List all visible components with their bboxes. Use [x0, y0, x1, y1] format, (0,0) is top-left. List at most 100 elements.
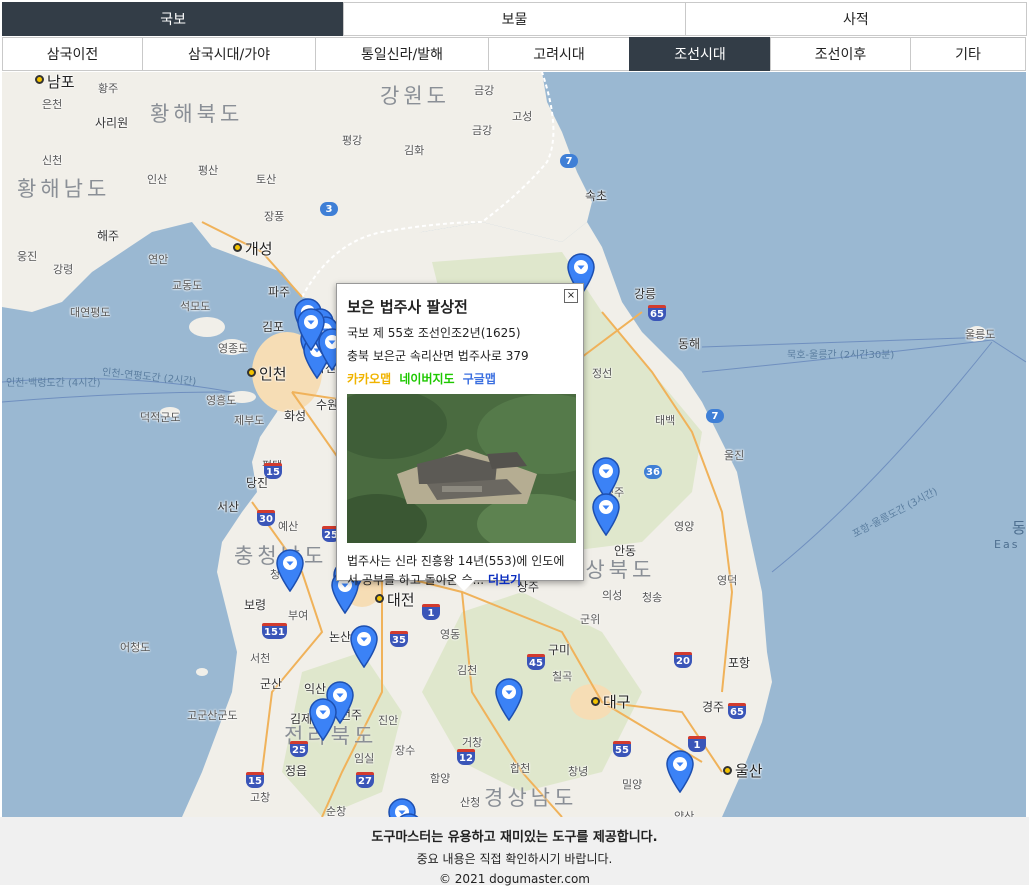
label-andong: 안동: [614, 544, 637, 558]
place-label: 금강: [472, 124, 493, 137]
place-label: 밀양: [622, 778, 643, 791]
naver-map-link[interactable]: 네이버지도: [399, 372, 454, 386]
tab-treasure[interactable]: 보물: [343, 2, 686, 36]
place-label: 수원: [316, 398, 339, 412]
tab-unified-silla[interactable]: 통일신라/발해: [315, 37, 489, 71]
tab-pre-three-kingdoms[interactable]: 삼국이전: [2, 37, 143, 71]
place-label: 해주: [97, 229, 120, 243]
place-label: 석모도: [180, 300, 211, 313]
place-label: 서천: [250, 652, 271, 665]
place-label: 거창: [462, 736, 483, 749]
heritage-marker[interactable]: [665, 749, 695, 793]
heritage-marker[interactable]: [275, 548, 305, 592]
route-shield: 151: [262, 623, 287, 639]
route-shield: 35: [390, 631, 408, 647]
label-jeongeup: 정읍: [285, 764, 308, 778]
footer-copyright: © 2021 dogumaster.com: [438, 872, 590, 886]
place-label: 영양: [674, 520, 695, 533]
route-shield: 65: [648, 305, 666, 321]
place-label: 사리원: [95, 116, 129, 130]
heritage-marker[interactable]: [308, 697, 338, 741]
label-hwanghae-south: 황해남도: [17, 177, 111, 201]
label-boryeong: 보령: [244, 598, 267, 612]
place-label: 군위: [580, 613, 601, 626]
heritage-marker[interactable]: [591, 492, 621, 536]
close-icon[interactable]: ×: [564, 289, 578, 303]
route-shield: 36: [644, 465, 662, 479]
label-incheon: 인천: [259, 365, 287, 383]
label-sokcho: 속초: [585, 189, 608, 203]
place-label: 장풍: [264, 210, 285, 223]
label-hwanghae-north: 황해북도: [150, 102, 244, 126]
place-label: 은천: [42, 98, 63, 111]
label-donghae: 동해: [678, 337, 701, 351]
popup-map-links: 카카오맵 네이버지도 구글맵: [347, 370, 573, 387]
heritage-marker[interactable]: [494, 677, 524, 721]
tab-national-treasure[interactable]: 국보: [2, 2, 345, 36]
label-gimcheon: 김천: [457, 664, 478, 677]
place-label: 임실: [354, 752, 375, 765]
popup-designation: 국보 제 55호 조선인조2년(1625): [347, 326, 521, 340]
label-taebaek: 태백: [655, 414, 676, 427]
place-label: 금강: [474, 84, 495, 97]
place-label: 순창: [326, 805, 347, 817]
label-seosan: 서산: [217, 500, 240, 514]
description-text: 법주사는 신라 진흥왕 14년(553)에 인도에서 공부를 하고 돌아온 승.…: [347, 554, 565, 587]
place-label: 함양: [430, 772, 451, 785]
place-label: 김화: [404, 144, 425, 157]
label-daejeon: 대전: [387, 591, 415, 609]
place-label: 제부도: [234, 414, 265, 427]
label-iksan: 익산: [304, 682, 327, 696]
place-label: 의성: [602, 589, 623, 602]
kakao-map-link[interactable]: 카카오맵: [347, 372, 391, 386]
route-shield: 15: [246, 772, 264, 788]
place-label: 청송: [642, 591, 663, 604]
place-label: 신천: [42, 154, 63, 167]
route-shield: 45: [527, 654, 545, 670]
place-label: 고군산군도: [187, 709, 238, 722]
tab-three-kingdoms[interactable]: 삼국시대/가야: [142, 37, 316, 71]
tab-post-joseon[interactable]: 조선이후: [770, 37, 911, 71]
city-dot: [233, 243, 242, 252]
route-shield: 12: [457, 749, 475, 765]
city-dot: [247, 368, 256, 377]
place-label: 화성: [284, 409, 307, 423]
footer-tagline: 도구마스터는 유용하고 재미있는 도구를 제공합니다.: [371, 830, 658, 845]
place-label: 영흥도: [206, 394, 237, 407]
label-uljin: 울진: [724, 449, 745, 462]
more-link[interactable]: 더보기: [488, 573, 521, 587]
place-label: 영동: [440, 628, 461, 641]
route-shield: 25: [290, 741, 308, 757]
tab-joseon[interactable]: 조선시대: [629, 37, 771, 71]
heritage-marker[interactable]: [349, 624, 379, 668]
place-label: 예산: [278, 520, 299, 533]
map-view[interactable]: 강원도 황해북도 황해남도 충청남도 경상북도 전라북도 경상남도 남포 개성 …: [2, 72, 1026, 817]
label-nampo: 남포: [47, 73, 75, 91]
tab-other[interactable]: 기타: [910, 37, 1026, 71]
popup-description: 법주사는 신라 진흥왕 14년(553)에 인도에서 공부를 하고 돌아온 승.…: [347, 552, 573, 590]
place-label: 평강: [342, 134, 363, 147]
footer: 도구마스터는 유용하고 재미있는 도구를 제공합니다. 중요 내용은 직접 확인…: [0, 817, 1029, 886]
place-label: 파주: [268, 285, 291, 299]
place-label: 정선: [592, 367, 613, 380]
place-label: 부여: [288, 609, 309, 622]
place-label: 고창: [250, 791, 271, 804]
tab-historic-site[interactable]: 사적: [684, 2, 1027, 36]
google-map-link[interactable]: 구글맵: [463, 372, 496, 386]
tab-goryeo[interactable]: 고려시대: [488, 37, 630, 71]
route-shield: 15: [264, 463, 282, 479]
temple-photo: [347, 394, 576, 543]
label-ulsan: 울산: [735, 762, 763, 780]
footer-notice: 중요 내용은 직접 확인하시기 바랍니다.: [416, 852, 613, 866]
route-shield: 20: [674, 652, 692, 668]
place-label: 토산: [256, 173, 277, 186]
place-label: 칠곡: [552, 670, 573, 683]
place-label: 강령: [53, 263, 74, 276]
label-gumi: 구미: [548, 643, 571, 657]
route-shield: 27: [356, 772, 374, 788]
route-shield: 30: [257, 510, 275, 526]
era-tabs: 삼국이전 삼국시대/가야 통일신라/발해 고려시대 조선시대 조선이후 기타: [2, 37, 1026, 71]
place-label: 산청: [460, 796, 481, 809]
place-label: 양산: [674, 810, 695, 817]
label-gunsan: 군산: [260, 677, 283, 691]
